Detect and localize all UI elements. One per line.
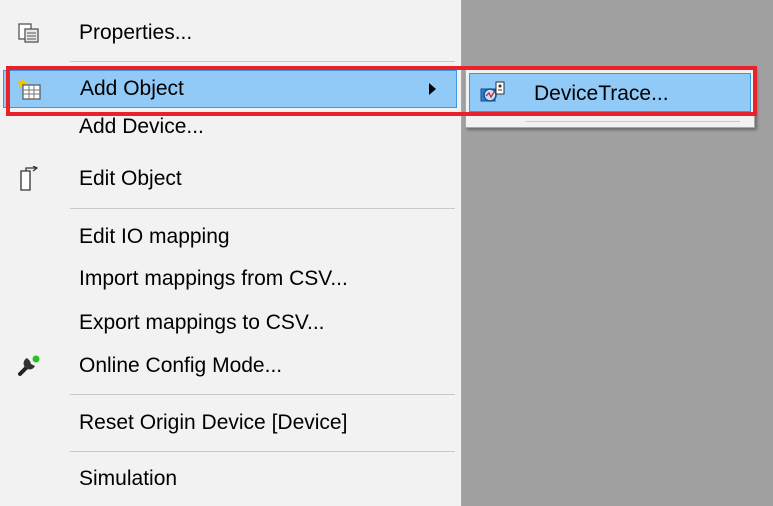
menu-item-export-mappings[interactable]: Export mappings to CSV... xyxy=(3,304,457,342)
devicetrace-icon xyxy=(480,80,506,106)
menu-item-edit-io-mapping[interactable]: Edit IO mapping xyxy=(3,218,457,256)
submenu-arrow-icon xyxy=(429,83,436,95)
menu-item-label: Simulation xyxy=(79,467,178,490)
menu-item-simulation[interactable]: Simulation xyxy=(3,460,457,498)
properties-icon xyxy=(16,20,42,46)
menu-item-label: Import mappings from CSV... xyxy=(79,267,348,290)
menu-item-label: Edit Object xyxy=(79,167,182,190)
online-config-icon xyxy=(16,353,42,379)
menu-separator xyxy=(70,451,455,452)
menu-item-add-object[interactable]: Add Object xyxy=(3,70,457,108)
menu-item-properties[interactable]: Properties... xyxy=(3,14,457,52)
menu-separator xyxy=(70,394,455,395)
menu-item-label: Edit IO mapping xyxy=(79,225,230,248)
menu-item-reset-origin-device[interactable]: Reset Origin Device [Device] xyxy=(3,404,457,442)
menu-item-label: Reset Origin Device [Device] xyxy=(79,411,348,434)
menu-item-edit-object[interactable]: Edit Object xyxy=(3,160,457,198)
menu-separator xyxy=(70,61,455,62)
edit-object-icon xyxy=(16,166,42,192)
add-object-submenu: DeviceTrace... xyxy=(465,68,755,128)
context-menu: Properties... Add Object Add Device... E… xyxy=(0,0,462,506)
submenu-divider xyxy=(526,121,740,122)
menu-separator xyxy=(70,208,455,209)
add-object-icon xyxy=(17,76,43,102)
submenu-item-label: DeviceTrace... xyxy=(534,82,669,105)
menu-item-online-config-mode[interactable]: Online Config Mode... xyxy=(3,347,457,385)
menu-item-import-mappings[interactable]: Import mappings from CSV... xyxy=(3,260,457,298)
menu-item-add-device[interactable]: Add Device... xyxy=(3,108,457,146)
menu-item-label: Online Config Mode... xyxy=(79,354,283,377)
menu-item-label: Export mappings to CSV... xyxy=(79,311,325,334)
menu-item-label: Add Device... xyxy=(79,115,204,138)
menu-item-label: Properties... xyxy=(79,21,193,44)
menu-item-label: Add Object xyxy=(80,77,184,100)
submenu-item-devicetrace[interactable]: DeviceTrace... xyxy=(469,73,751,112)
